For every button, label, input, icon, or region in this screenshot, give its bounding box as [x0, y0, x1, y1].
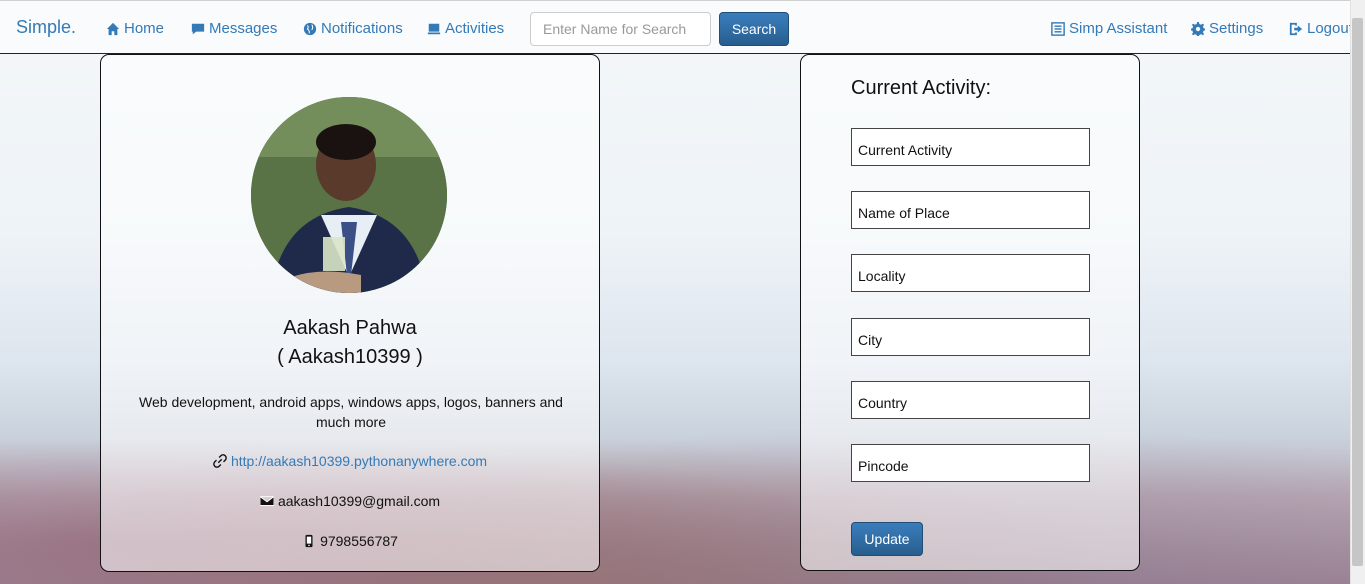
gear-icon	[1191, 21, 1205, 36]
profile-username: ( Aakash10399 )	[277, 346, 423, 368]
nav-simp-assistant-label: Simp Assistant	[1069, 20, 1168, 37]
envelope-icon	[259, 496, 274, 506]
nav-notifications[interactable]: Notifications	[303, 20, 403, 37]
brand-logo[interactable]: Simple.	[16, 17, 76, 38]
nav-home[interactable]: Home	[106, 20, 164, 37]
logout-icon	[1289, 22, 1303, 35]
nav-messages-label: Messages	[209, 20, 278, 37]
profile-bio: Web development, android apps, windows a…	[139, 394, 563, 430]
nav-simp-assistant[interactable]: Simp Assistant	[1051, 20, 1167, 37]
activity-title: Current Activity:	[851, 77, 992, 99]
nav-home-label: Home	[124, 20, 165, 37]
update-button[interactable]: Update	[851, 522, 923, 556]
nav-logout-label: Logout	[1307, 20, 1353, 37]
list-icon	[427, 23, 441, 34]
nav-settings-label: Settings	[1209, 20, 1264, 37]
search-input[interactable]	[530, 12, 711, 46]
website-link[interactable]: http://aakash10399.pythonanywhere.com	[231, 453, 487, 469]
nav-activities-label: Activities	[445, 20, 505, 37]
globe-icon	[303, 22, 317, 35]
search-button[interactable]: Search	[719, 12, 789, 46]
website-row: http://aakash10399.pythonanywhere.com	[101, 453, 599, 469]
profile-name: Aakash Pahwa	[283, 317, 417, 339]
nav-notifications-label: Notifications	[321, 20, 403, 37]
locality-input[interactable]	[851, 254, 1090, 292]
pincode-input[interactable]	[851, 444, 1090, 482]
nav-messages[interactable]: Messages	[191, 20, 277, 37]
phone-icon	[305, 534, 313, 548]
link-icon	[213, 454, 227, 468]
place-name-input[interactable]	[851, 191, 1090, 229]
phone-text: 9798556787	[320, 533, 398, 549]
current-activity-input[interactable]	[851, 128, 1090, 166]
phone-row: 9798556787	[101, 533, 599, 549]
country-input[interactable]	[851, 381, 1090, 419]
vertical-scrollbar[interactable]	[1350, 0, 1365, 584]
nav-settings[interactable]: Settings	[1191, 20, 1263, 37]
home-icon	[106, 22, 120, 35]
city-input[interactable]	[851, 318, 1090, 356]
email-text: aakash10399@gmail.com	[277, 493, 441, 509]
top-navbar: Simple. Home Messages Notifications Acti…	[0, 0, 1353, 54]
profile-photo	[251, 97, 447, 293]
profile-card: Aakash Pahwa ( Aakash10399 ) Web develop…	[100, 54, 600, 572]
nav-logout[interactable]: Logout	[1289, 20, 1353, 37]
nav-activities[interactable]: Activities	[427, 20, 504, 37]
email-row: aakash10399@gmail.com	[101, 493, 599, 509]
list-alt-icon	[1051, 21, 1065, 36]
profile-avatar	[251, 97, 447, 293]
comment-icon	[191, 23, 205, 34]
activity-card: Current Activity: Update	[800, 54, 1140, 571]
scrollbar-thumb[interactable]	[1352, 18, 1363, 566]
